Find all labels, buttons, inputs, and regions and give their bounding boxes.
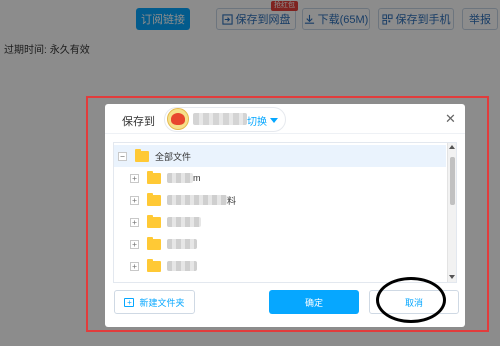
modal-overlay-top bbox=[0, 0, 500, 88]
tree-folder-row[interactable]: + 料 bbox=[114, 189, 446, 211]
folder-icon bbox=[135, 148, 149, 162]
tree-scrollbar[interactable] bbox=[447, 143, 456, 282]
folder-name-suffix: m bbox=[193, 173, 201, 183]
switch-account-button[interactable]: 切换 bbox=[247, 113, 278, 128]
folder-icon bbox=[147, 236, 161, 250]
expand-toggle-icon[interactable]: + bbox=[130, 195, 139, 205]
expand-toggle-icon[interactable]: + bbox=[130, 239, 139, 249]
tree-folder-row[interactable]: + bbox=[114, 211, 446, 233]
folder-name-blurred bbox=[167, 261, 197, 271]
dialog-header: 保存到 切换 ✕ bbox=[105, 104, 465, 134]
scroll-thumb[interactable] bbox=[450, 157, 455, 205]
dialog-title: 保存到 bbox=[122, 116, 155, 128]
folder-name-suffix: 料 bbox=[227, 195, 237, 206]
folder-tree: − 全部文件 + m + 料 + + + bbox=[113, 142, 457, 283]
folder-name-blurred bbox=[167, 173, 193, 183]
expand-toggle-icon[interactable]: + bbox=[130, 261, 139, 271]
scroll-down-icon[interactable] bbox=[449, 275, 455, 279]
folder-icon bbox=[147, 170, 161, 184]
new-folder-icon: + bbox=[124, 297, 135, 307]
tree-folder-row[interactable]: + bbox=[114, 255, 446, 277]
folder-icon bbox=[147, 258, 161, 272]
confirm-button[interactable]: 确定 bbox=[269, 290, 359, 314]
avatar bbox=[167, 108, 189, 130]
expand-toggle-icon[interactable]: + bbox=[130, 217, 139, 227]
expand-toggle-icon[interactable]: + bbox=[130, 173, 139, 183]
tree-folder-row[interactable]: + bbox=[114, 233, 446, 255]
caret-down-icon bbox=[270, 118, 278, 123]
new-folder-label: 新建文件夹 bbox=[139, 297, 185, 308]
scroll-up-icon[interactable] bbox=[449, 145, 455, 149]
new-folder-button[interactable]: + 新建文件夹 bbox=[114, 290, 195, 314]
avatar-image bbox=[171, 113, 185, 125]
folder-name-blurred bbox=[167, 217, 201, 227]
folder-icon bbox=[147, 192, 161, 206]
close-icon[interactable]: ✕ bbox=[445, 112, 456, 125]
folder-name-blurred bbox=[167, 195, 227, 205]
tree-root-label: 全部文件 bbox=[155, 151, 192, 162]
annotation-circle bbox=[376, 277, 446, 323]
switch-label: 切换 bbox=[247, 117, 267, 128]
folder-icon bbox=[147, 214, 161, 228]
tree-root-row[interactable]: − 全部文件 bbox=[114, 145, 446, 167]
account-name-blurred bbox=[193, 113, 247, 125]
tree-folder-row[interactable]: + m bbox=[114, 167, 446, 189]
collapse-toggle-icon[interactable]: − bbox=[118, 151, 127, 161]
folder-name-blurred bbox=[167, 239, 197, 249]
